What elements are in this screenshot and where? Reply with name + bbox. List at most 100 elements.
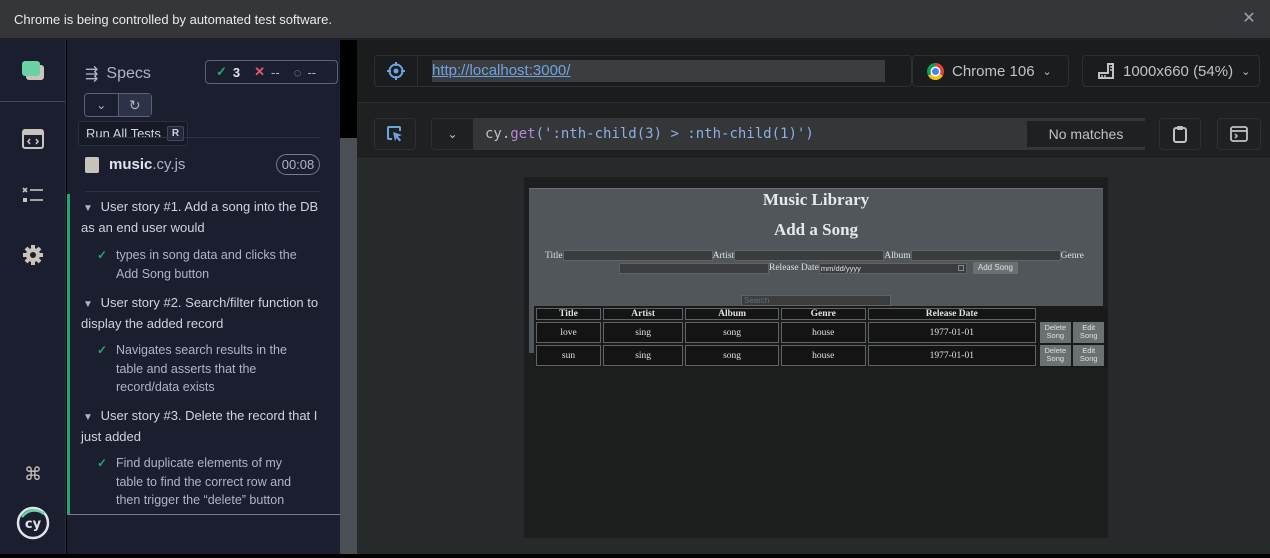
- specs-header[interactable]: ⇶ Specs: [85, 64, 151, 84]
- calendar-icon: [957, 264, 964, 271]
- cypress-logo[interactable]: cy: [0, 506, 66, 540]
- cell-artist: sing: [602, 322, 684, 343]
- chrome-icon: [927, 62, 944, 80]
- artist-input[interactable]: [734, 250, 885, 261]
- suite-item[interactable]: ▼ User story #1. Add a song into the DB …: [81, 197, 326, 237]
- failed-icon: ✕: [254, 64, 266, 79]
- form-title: Add a Song: [773, 220, 859, 239]
- file-icon: [85, 156, 99, 173]
- cursor-select-icon: [387, 126, 402, 142]
- add-song-form-row-1: Title Artist Album Genre: [529, 250, 1103, 261]
- passed-icon: ✓: [216, 64, 227, 79]
- header-genre: Genre: [780, 308, 866, 320]
- chevron-down-icon: ▼: [83, 299, 93, 310]
- genre-input[interactable]: [619, 262, 769, 274]
- selector-method: get: [510, 126, 536, 142]
- selector-playground: ⌄ cy. get (':nth-child(3) > :nth-child(1)'…: [357, 103, 1270, 159]
- nav-specs[interactable]: [0, 40, 65, 102]
- viewport-label: 1000x660 (54%): [1123, 62, 1234, 80]
- music-library-app: Music Library Add a Song Title Artist Al…: [529, 188, 1108, 368]
- copy-selector-button[interactable]: [1159, 118, 1201, 150]
- command-icon: ⌘: [24, 464, 42, 485]
- album-label: Album: [884, 250, 911, 261]
- cell-actions: Delete Song Edit Song: [1038, 322, 1106, 343]
- check-icon: ✓: [97, 343, 108, 357]
- header-title: Title: [536, 308, 601, 320]
- suite-item[interactable]: ▼ User story #2. Search/filter function …: [81, 293, 326, 333]
- nav-settings[interactable]: [0, 244, 66, 266]
- test-stats: ✓ 3 ✕ -- ◌ --: [205, 60, 338, 84]
- test-item[interactable]: ✓ Navigates search results in the table …: [97, 341, 312, 397]
- delete-song-button[interactable]: Delete Song: [1039, 345, 1071, 366]
- browser-toolbar: http://localhost:3000/ Chrome 106 ⌄ 1000…: [357, 40, 1270, 103]
- album-input[interactable]: [910, 250, 1061, 261]
- test-title: Find duplicate elements of my table to f…: [116, 456, 292, 507]
- selector-prefix: cy.: [485, 126, 511, 142]
- chevron-down-icon: ⌄: [447, 127, 458, 141]
- selector-playground-toggle[interactable]: [375, 56, 418, 86]
- table-row: love sing song house 1977-01-01 Delete S…: [536, 322, 1106, 343]
- add-song-button[interactable]: Add Song: [972, 262, 1018, 274]
- test-list-icon: [22, 187, 43, 202]
- cell-genre: house: [780, 322, 866, 343]
- collapse-all-button[interactable]: ⌄: [85, 94, 118, 116]
- selector-method-dropdown[interactable]: ⌄: [431, 118, 473, 150]
- nav-runs[interactable]: [0, 129, 66, 149]
- specs-list-icon: ⇶: [85, 66, 99, 83]
- element-picker-button[interactable]: [374, 118, 416, 150]
- chevron-down-icon: ⌄: [1042, 65, 1052, 78]
- preview-area: http://localhost:3000/ Chrome 106 ⌄ 1000…: [357, 40, 1270, 554]
- code-window-icon: [22, 129, 44, 149]
- failed-count: --: [271, 64, 280, 80]
- rerun-icon: ↻: [128, 96, 141, 113]
- spec-file[interactable]: music.cy.js: [85, 156, 185, 173]
- release-date-input[interactable]: mm/dd/yyyy: [818, 262, 967, 274]
- edit-song-button[interactable]: Edit Song: [1073, 345, 1105, 366]
- passed-count: 3: [232, 64, 241, 80]
- nav-debug[interactable]: [0, 187, 66, 205]
- panel-resize-handle[interactable]: [340, 138, 357, 554]
- url-bar: http://localhost:3000/: [374, 55, 912, 87]
- app-preview: Music Library Add a Song Title Artist Al…: [524, 177, 1108, 538]
- suite-title: User story #1. Add a song into the DB as…: [81, 199, 319, 235]
- chevron-down-icon: ⌄: [96, 98, 107, 112]
- check-icon: ✓: [97, 456, 108, 470]
- runner-controls: ⌄ ↻: [84, 93, 152, 117]
- selector-match-count: No matches: [1027, 121, 1145, 147]
- cell-title: love: [536, 322, 601, 343]
- url-field[interactable]: http://localhost:3000/: [432, 60, 885, 82]
- spec-duration: 00:08: [276, 154, 320, 175]
- search-input[interactable]: Search: [741, 295, 891, 306]
- nav-keyboard-shortcuts[interactable]: ⌘: [0, 464, 66, 485]
- suite-item[interactable]: ▼ User story #3. Delete the record that …: [81, 406, 326, 446]
- cypress-logo-icon: cy: [16, 506, 50, 540]
- header-album: Album: [685, 308, 779, 320]
- edit-song-button[interactable]: Edit Song: [1073, 322, 1105, 343]
- title-input[interactable]: [562, 250, 713, 261]
- add-song-form-row-2: Release Date mm/dd/yyyy Add Song: [529, 262, 1103, 274]
- release-date-label: Release Date: [769, 263, 819, 273]
- delete-song-button[interactable]: Delete Song: [1039, 322, 1071, 343]
- cell-artist: sing: [602, 345, 684, 366]
- app-title: Music Library: [762, 190, 870, 209]
- browser-select[interactable]: Chrome 106 ⌄: [912, 55, 1069, 87]
- date-placeholder: mm/dd/yyyy: [820, 263, 861, 273]
- cell-release-date: 1977-01-01: [867, 322, 1036, 343]
- viewport-select[interactable]: 1000x660 (54%) ⌄: [1082, 55, 1260, 87]
- pending-icon: ◌: [293, 64, 302, 80]
- header-release-date: Release Date: [867, 308, 1036, 320]
- test-title: types in song data and clicks the Add So…: [116, 248, 297, 281]
- automation-infobar: Chrome is being controlled by automated …: [0, 0, 1270, 38]
- print-to-console-button[interactable]: [1217, 118, 1261, 150]
- close-icon[interactable]: ✕: [1238, 8, 1260, 30]
- selector-argument: (':nth-child(3) > :nth-child(1)'): [535, 126, 814, 142]
- table-row: sun sing song house 1977-01-01 Delete So…: [536, 345, 1106, 366]
- cell-actions: Delete Song Edit Song: [1038, 345, 1106, 366]
- test-item[interactable]: ✓ types in song data and clicks the Add …: [97, 246, 312, 283]
- test-item[interactable]: ✓ Find duplicate elements of my table to…: [97, 454, 312, 510]
- ruler-icon: [1098, 63, 1114, 79]
- table-header-row: Title Artist Album Genre Release Date: [536, 308, 1106, 320]
- divider: [67, 514, 340, 515]
- run-all-tests-button[interactable]: ↻: [117, 94, 151, 116]
- cell-release-date: 1977-01-01: [867, 345, 1036, 366]
